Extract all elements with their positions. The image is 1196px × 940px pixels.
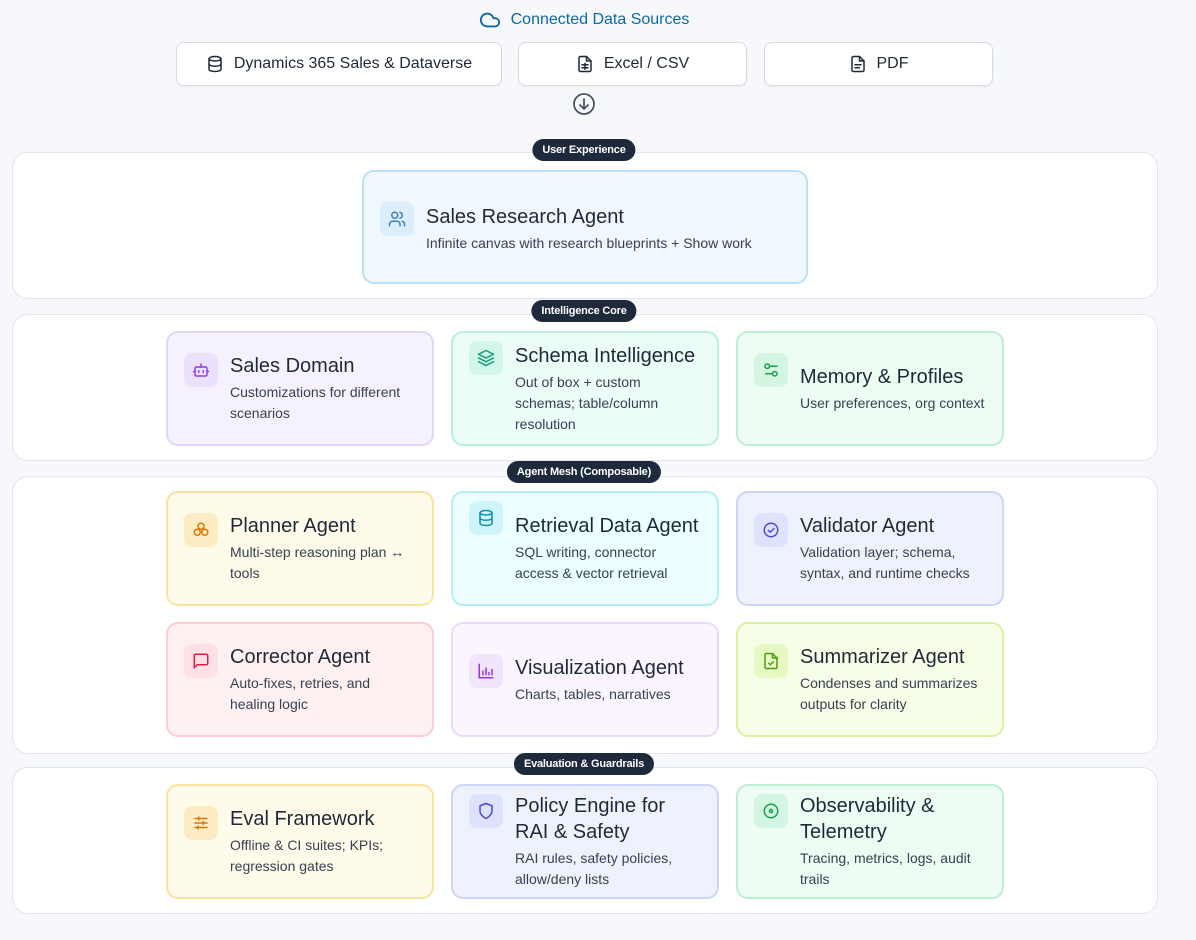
card-title: Memory & Profiles	[800, 365, 964, 388]
connected-data-sources-label: Connected Data Sources	[510, 11, 690, 28]
card-policy-engine[interactable]: Policy Engine for RAI & Safety RAI rules…	[451, 784, 719, 899]
card-title: Sales Domain	[230, 355, 355, 377]
bot-icon	[184, 353, 218, 387]
card-description: Tracing, metrics, logs, audit trails	[800, 850, 971, 887]
card-description: Validation layer; schema, syntax, and ru…	[800, 544, 970, 581]
card-corrector-agent[interactable]: Corrector Agent Auto-fixes, retries, and…	[166, 622, 434, 737]
document-icon	[850, 55, 865, 73]
card-description: RAI rules, safety policies, allow/deny l…	[515, 850, 673, 887]
card-sales-research-agent[interactable]: Sales Research Agent Infinite canvas wit…	[362, 170, 808, 284]
section-label-user-experience: User Experience	[532, 139, 636, 161]
section-label-agent-mesh: Agent Mesh (Composable)	[506, 461, 662, 483]
connected-data-sources-title: Connected Data Sources	[0, 8, 1168, 32]
card-description: User preferences, org context	[800, 394, 985, 411]
card-description: Multi-step reasoning plan ↔ tools	[230, 544, 405, 581]
message-square-icon	[184, 644, 218, 678]
card-planner-agent[interactable]: Planner Agent Multi-step reasoning plan …	[166, 491, 434, 606]
spreadsheet-file-icon	[578, 55, 592, 73]
card-title: Planner Agent	[230, 515, 356, 537]
card-schema-intelligence[interactable]: Schema Intelligence Out of box + custom …	[451, 331, 719, 446]
card-validator-agent[interactable]: Validator Agent Validation layer; schema…	[736, 491, 1004, 606]
workflow-icon	[184, 513, 218, 547]
arrow-down-circle-icon	[573, 93, 595, 115]
users-icon	[380, 202, 414, 236]
card-observability[interactable]: Observability & Telemetry Tracing, metri…	[736, 784, 1004, 899]
section-label-intelligence-core: Intelligence Core	[531, 300, 637, 322]
bar-chart-icon	[469, 654, 503, 688]
card-title: Validator Agent	[800, 515, 935, 537]
data-source-row: Dynamics 365 Sales & Dataverse Excel / C…	[0, 42, 1196, 88]
shield-icon	[469, 794, 503, 828]
card-visualization-agent[interactable]: Visualization Agent Charts, tables, narr…	[451, 622, 719, 737]
database-icon	[208, 55, 222, 73]
card-memory-profiles[interactable]: Memory & Profiles User preferences, org …	[736, 331, 1004, 446]
card-description: Condenses and summarizes outputs for cla…	[800, 675, 978, 712]
settings-sliders-icon	[184, 806, 218, 840]
cloud-icon	[479, 12, 500, 28]
card-title: Schema Intelligence	[515, 344, 696, 367]
card-description: Customizations for different scenarios	[230, 384, 401, 421]
card-description: Auto-fixes, retries, and healing logic	[230, 675, 371, 712]
check-circle-icon	[754, 513, 788, 547]
card-eval-framework[interactable]: Eval Framework Offline & CI suites; KPIs…	[166, 784, 434, 899]
card-title: Observability & Telemetry	[800, 795, 935, 843]
source-dynamics-button[interactable]: Dynamics 365 Sales & Dataverse	[176, 42, 502, 86]
source-pdf-button[interactable]: PDF	[764, 42, 993, 86]
card-title: Sales Research Agent	[426, 205, 624, 228]
card-title: Visualization Agent	[515, 656, 684, 679]
card-title: Retrieval Data Agent	[515, 515, 699, 537]
card-retrieval-data-agent[interactable]: Retrieval Data Agent SQL writing, connec…	[451, 491, 719, 606]
card-description: Infinite canvas with research blueprints…	[426, 234, 752, 251]
source-dynamics-label: Dynamics 365 Sales & Dataverse	[233, 55, 473, 72]
section-label-evaluation-guardrails: Evaluation & Guardrails	[513, 753, 655, 775]
source-excel-label: Excel / CSV	[603, 55, 690, 72]
source-excel-button[interactable]: Excel / CSV	[518, 42, 747, 86]
database-icon	[469, 501, 503, 535]
card-title: Eval Framework	[230, 808, 375, 830]
card-description: Out of box + custom schemas; table/colum…	[515, 373, 659, 432]
card-summarizer-agent[interactable]: Summarizer Agent Condenses and summarize…	[736, 622, 1004, 737]
card-description: Offline & CI suites; KPIs; regression ga…	[230, 837, 384, 874]
source-pdf-label: PDF	[876, 55, 909, 72]
target-icon	[754, 794, 788, 828]
file-summary-icon	[754, 644, 788, 678]
layers-icon	[469, 341, 503, 375]
card-title: Summarizer Agent	[800, 646, 965, 668]
card-title: Corrector Agent	[230, 646, 371, 668]
card-sales-domain[interactable]: Sales Domain Customizations for differen…	[166, 331, 434, 446]
sliders-icon	[754, 353, 788, 387]
card-description: SQL writing, connector access & vector r…	[515, 544, 668, 581]
card-title: Policy Engine for RAI & Safety	[515, 795, 666, 843]
card-description: Charts, tables, narratives	[515, 685, 671, 702]
